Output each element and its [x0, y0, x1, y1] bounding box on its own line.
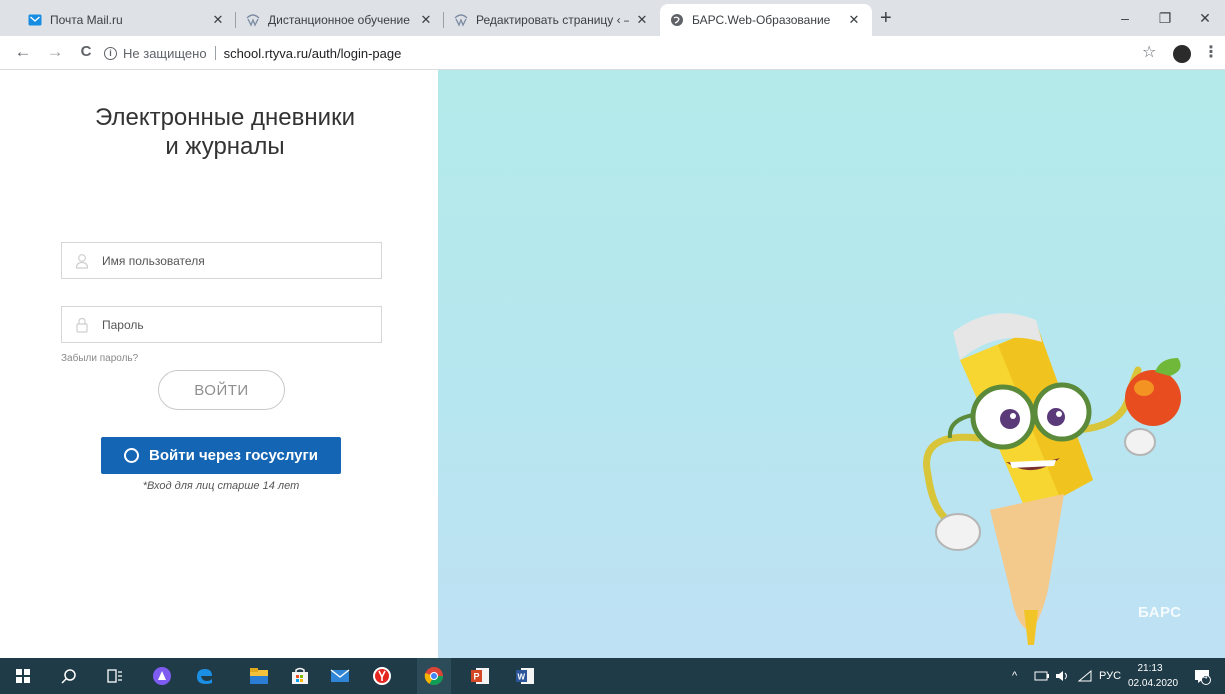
- close-tab-icon[interactable]: ✕: [635, 12, 649, 28]
- close-tab-icon[interactable]: ✕: [846, 12, 862, 28]
- yandex-browser-icon[interactable]: [365, 658, 399, 694]
- bookmark-star-icon[interactable]: ☆: [1142, 42, 1156, 62]
- username-field[interactable]: [61, 242, 382, 279]
- wordpress-icon: [246, 13, 260, 27]
- alice-assistant-icon[interactable]: [145, 658, 179, 694]
- wifi-icon[interactable]: [1078, 658, 1092, 694]
- browser-menu-icon[interactable]: ⋮: [1203, 42, 1219, 62]
- lock-icon: [62, 317, 102, 333]
- login-panel: Электронные дневники и журналы Забыли па…: [0, 70, 438, 658]
- clock-date: 02.04.2020: [1128, 678, 1179, 689]
- tab-edit-page[interactable]: Редактировать страницу ‹ — W ✕: [444, 4, 659, 36]
- user-icon: [62, 253, 102, 269]
- gosuslugi-ring-icon: [124, 448, 140, 463]
- edge-browser-icon[interactable]: [187, 658, 221, 694]
- reload-button[interactable]: C: [76, 42, 96, 62]
- bars-logo: БАРС: [1138, 604, 1182, 621]
- system-clock[interactable]: 21:13 02.04.2020: [1128, 661, 1179, 691]
- browser-tab-strip: Почта Mail.ru ✕ Дистанционное обучение ✕…: [0, 0, 1225, 36]
- close-tab-icon[interactable]: ✕: [418, 12, 434, 28]
- tab-distance-learning[interactable]: Дистанционное обучение ✕: [236, 4, 444, 36]
- back-button[interactable]: ←: [13, 42, 33, 62]
- powerpoint-icon[interactable]: P: [463, 658, 497, 694]
- store-icon[interactable]: [283, 658, 317, 694]
- page-content: Электронные дневники и журналы Забыли па…: [0, 70, 1225, 658]
- notifications-icon[interactable]: 4: [1193, 658, 1211, 694]
- globe-icon: [670, 13, 684, 27]
- close-window-button[interactable]: ✕: [1185, 4, 1225, 32]
- forgot-password-link[interactable]: Забыли пароль?: [61, 353, 138, 364]
- forward-button[interactable]: →: [45, 42, 65, 62]
- tab-title: Редактировать страницу ‹ — W: [476, 13, 629, 27]
- hero-illustration-panel: БАРС: [438, 70, 1225, 658]
- tab-bars-web[interactable]: БАРС.Web-Образование ✕: [660, 4, 872, 36]
- browser-toolbar: ← → C i Не защищено school.rtyva.ru/auth…: [0, 36, 1225, 70]
- omnibox-divider: [214, 46, 216, 60]
- mail-icon: [28, 13, 42, 27]
- age-note: *Вход для лиц старше 14 лет: [142, 480, 300, 492]
- login-button[interactable]: ВОЙТИ: [158, 370, 285, 410]
- task-view-icon[interactable]: [98, 658, 132, 694]
- address-bar[interactable]: i Не защищено school.rtyva.ru/auth/login…: [104, 41, 1184, 65]
- file-explorer-icon[interactable]: [242, 658, 276, 694]
- info-icon[interactable]: i: [104, 46, 117, 60]
- pencil-mascot-illustration: [923, 313, 1181, 645]
- wordpress-icon: [454, 13, 468, 27]
- svg-text:W: W: [518, 673, 526, 682]
- new-tab-button[interactable]: +: [880, 8, 892, 28]
- tab-title: Дистанционное обучение: [268, 13, 410, 27]
- page-title-line2: и журналы: [165, 133, 285, 160]
- clock-time: 21:13: [1137, 663, 1163, 674]
- url-text[interactable]: school.rtyva.ru/auth/login-page: [224, 46, 402, 61]
- password-input[interactable]: [102, 317, 362, 332]
- volume-icon[interactable]: [1055, 658, 1071, 694]
- password-field[interactable]: [61, 306, 382, 343]
- word-icon[interactable]: W: [508, 658, 542, 694]
- windows-taskbar: P W ^ РУС 21:13 02.04.2020 4: [0, 658, 1225, 694]
- username-input[interactable]: [102, 253, 362, 268]
- tray-expand-icon[interactable]: ^: [1012, 658, 1017, 694]
- battery-icon[interactable]: [1034, 658, 1050, 694]
- tab-title: БАРС.Web-Образование: [692, 13, 831, 27]
- profile-avatar[interactable]: [1173, 45, 1191, 63]
- language-indicator[interactable]: РУС: [1099, 658, 1121, 694]
- search-icon[interactable]: [52, 658, 86, 694]
- tab-title: Почта Mail.ru: [50, 13, 123, 27]
- page-title: Электронные дневники и журналы: [60, 103, 390, 161]
- tab-mail[interactable]: Почта Mail.ru ✕: [18, 4, 236, 36]
- mail-app-icon[interactable]: [323, 658, 357, 694]
- close-tab-icon[interactable]: ✕: [210, 12, 226, 28]
- gosuslugi-login-button[interactable]: Войти через госуслуги: [101, 437, 341, 474]
- minimize-button[interactable]: –: [1105, 4, 1145, 32]
- chrome-icon[interactable]: [417, 658, 451, 694]
- security-label[interactable]: Не защищено: [123, 46, 207, 61]
- windows-start-icon[interactable]: [6, 658, 40, 694]
- svg-text:P: P: [474, 672, 480, 682]
- notification-count: 4: [1203, 672, 1208, 681]
- gosuslugi-label: Войти через госуслуги: [149, 447, 318, 464]
- page-title-line1: Электронные дневники: [95, 104, 355, 131]
- restore-button[interactable]: ❐: [1145, 4, 1185, 32]
